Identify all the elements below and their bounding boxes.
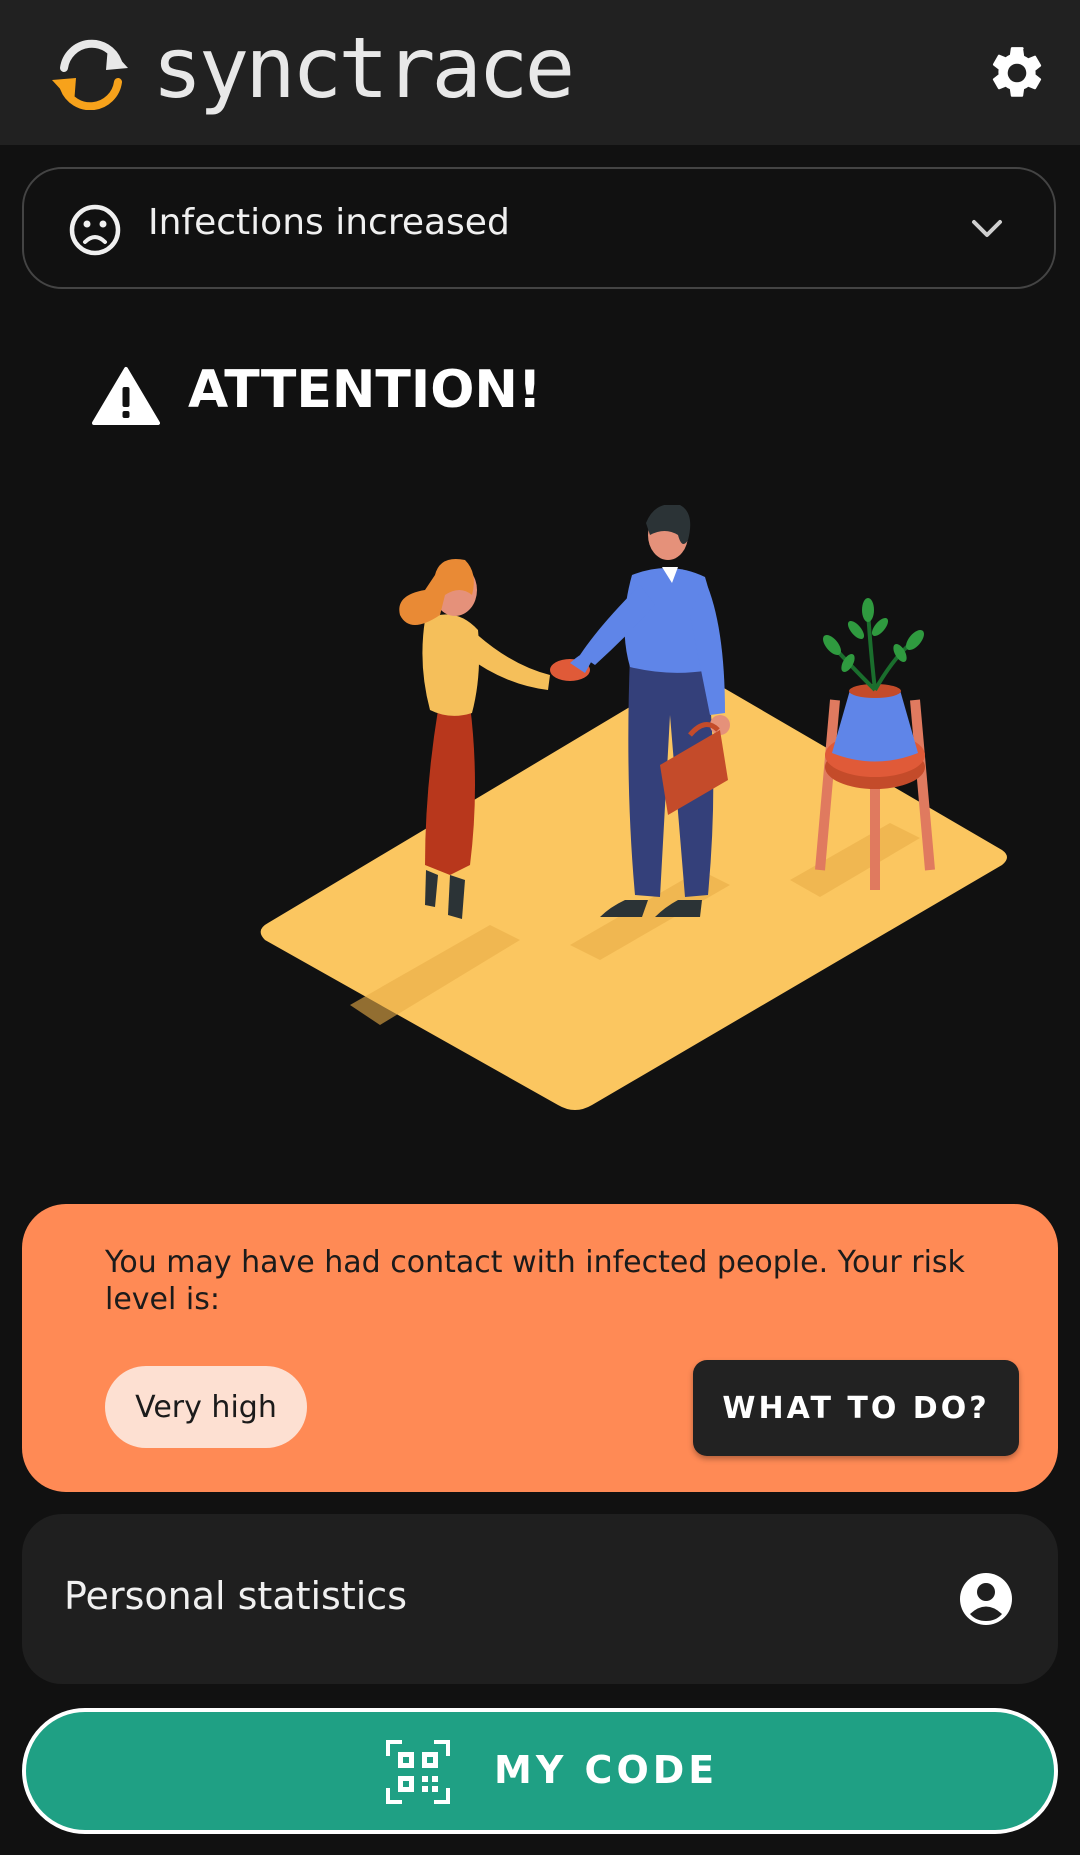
qr-code-icon [386, 1740, 450, 1804]
risk-level-badge: Very high [105, 1366, 307, 1448]
my-code-button[interactable]: MY CODE [22, 1708, 1058, 1834]
sad-face-icon [69, 204, 121, 256]
infection-status-dropdown[interactable]: Infections increased [22, 167, 1056, 289]
handshake-illustration [260, 505, 1007, 1110]
app-brand: synctrace [152, 19, 575, 117]
my-code-label: MY CODE [494, 1748, 719, 1792]
gear-icon[interactable] [986, 42, 1048, 104]
attention-title: ATTENTION! [188, 360, 542, 420]
app-bar: synctrace [0, 0, 1080, 145]
risk-card: You may have had contact with infected p… [22, 1204, 1058, 1492]
personal-statistics-label: Personal statistics [64, 1574, 408, 1618]
warning-triangle-icon [92, 367, 160, 425]
what-to-do-button[interactable]: WHAT TO DO? [693, 1360, 1019, 1456]
account-circle-icon [960, 1573, 1012, 1625]
chevron-down-icon[interactable] [968, 213, 1006, 245]
personal-statistics-card[interactable]: Personal statistics [22, 1514, 1058, 1684]
status-label: Infections increased [148, 202, 510, 243]
risk-message: You may have had contact with infected p… [105, 1245, 965, 1317]
sync-logo-icon [52, 39, 128, 110]
